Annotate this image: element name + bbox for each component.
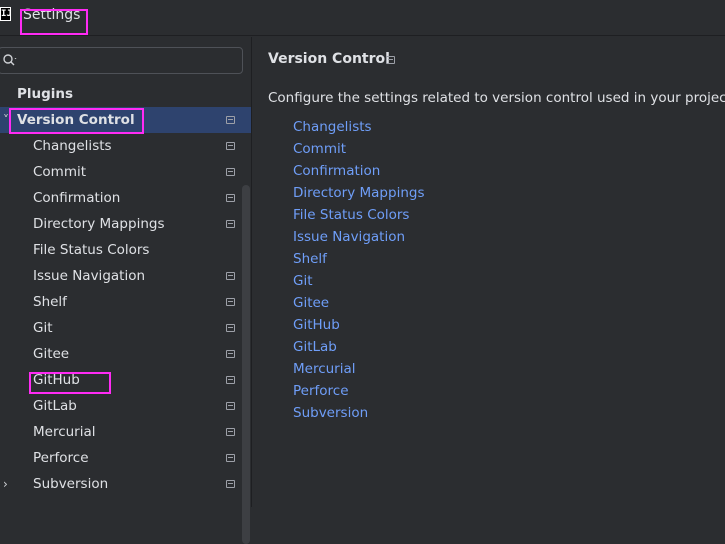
title-bar: IJ Settings	[0, 0, 725, 36]
settings-content: Version Control Configure the settings r…	[252, 37, 725, 507]
project-scope-icon	[226, 142, 235, 150]
sidebar-item[interactable]: File Status Colors	[0, 237, 251, 263]
project-scope-icon	[226, 376, 235, 384]
sidebar-item[interactable]: Git	[0, 315, 251, 341]
sidebar-item-label: Subversion	[33, 476, 109, 492]
sidebar-item-label: Commit	[33, 164, 87, 180]
project-scope-icon	[226, 350, 235, 358]
subpage-link[interactable]: Directory Mappings	[293, 182, 424, 204]
sidebar-item-label: Version Control	[17, 112, 135, 128]
search-icon	[3, 54, 17, 66]
sidebar-item-label: Mercurial	[33, 424, 96, 440]
sidebar-item[interactable]: Confirmation	[0, 185, 251, 211]
subpage-link[interactable]: Mercurial	[293, 358, 356, 380]
project-scope-icon	[226, 194, 235, 202]
project-scope-icon	[226, 480, 235, 488]
sidebar-scrollbar[interactable]	[242, 185, 250, 544]
subpage-link[interactable]: Perforce	[293, 380, 349, 402]
project-scope-icon	[226, 272, 235, 280]
sidebar-item-label: Issue Navigation	[33, 268, 146, 284]
subpage-link[interactable]: Changelists	[293, 116, 372, 138]
intellij-app-icon: IJ	[0, 7, 12, 21]
sidebar-item[interactable]: Directory Mappings	[0, 211, 251, 237]
sidebar-item-label: Plugins	[17, 86, 74, 102]
sidebar-item[interactable]: › Subversion	[0, 471, 251, 497]
subpage-link[interactable]: Gitee	[293, 292, 329, 314]
sidebar-item[interactable]: Gitee	[0, 341, 251, 367]
sidebar-item[interactable]: GitLab	[0, 393, 251, 419]
sidebar-item-label: Changelists	[33, 138, 112, 154]
sidebar-item-label: Git	[33, 320, 53, 336]
project-scope-icon	[226, 168, 235, 176]
page-title: Version Control	[268, 51, 390, 67]
sidebar-item[interactable]: Issue Navigation	[0, 263, 251, 289]
project-scope-icon	[226, 324, 235, 332]
sidebar-item-label: Shelf	[33, 294, 67, 310]
subpage-link[interactable]: Shelf	[293, 248, 327, 270]
project-scope-icon	[226, 298, 235, 306]
project-scope-icon	[386, 56, 395, 64]
sidebar-item-label: Perforce	[33, 450, 89, 466]
chevron-down-icon[interactable]: ˅	[3, 107, 15, 133]
settings-sidebar: Plugins ˅ Version Control Changelists Commit…	[0, 37, 251, 544]
project-scope-icon	[226, 454, 235, 462]
sidebar-item[interactable]: GitHub	[0, 367, 251, 393]
project-scope-icon	[226, 116, 235, 124]
page-description: Configure the settings related to versio…	[268, 90, 725, 106]
search-input[interactable]	[0, 47, 243, 74]
project-scope-icon	[226, 220, 235, 228]
sidebar-item[interactable]: Commit	[0, 159, 251, 185]
sidebar-item-label: GitHub	[33, 372, 80, 388]
sidebar-item-label: Directory Mappings	[33, 216, 165, 232]
subpage-link[interactable]: Confirmation	[293, 160, 380, 182]
sidebar-item[interactable]: Plugins	[0, 81, 251, 107]
subpage-link[interactable]: Issue Navigation	[293, 226, 405, 248]
window-title: Settings	[23, 7, 81, 23]
sidebar-item-label: Confirmation	[33, 190, 121, 206]
chevron-right-icon[interactable]: ›	[3, 471, 15, 497]
subpage-link[interactable]: GitLab	[293, 336, 337, 358]
project-scope-icon	[226, 428, 235, 436]
project-scope-icon	[226, 402, 235, 410]
sidebar-item[interactable]: ˅ Version Control	[0, 107, 251, 133]
subpage-link[interactable]: File Status Colors	[293, 204, 409, 226]
sidebar-item[interactable]: Perforce	[0, 445, 251, 471]
sidebar-item[interactable]: Shelf	[0, 289, 251, 315]
sidebar-item[interactable]: Changelists	[0, 133, 251, 159]
subpage-link[interactable]: Git	[293, 270, 313, 292]
subpage-link[interactable]: GitHub	[293, 314, 340, 336]
sidebar-item-label: File Status Colors	[33, 242, 150, 258]
subpage-link[interactable]: Commit	[293, 138, 346, 160]
subpage-link[interactable]: Subversion	[293, 402, 368, 424]
sidebar-item-label: Gitee	[33, 346, 70, 362]
sidebar-item[interactable]: Mercurial	[0, 419, 251, 445]
sidebar-item-label: GitLab	[33, 398, 77, 414]
